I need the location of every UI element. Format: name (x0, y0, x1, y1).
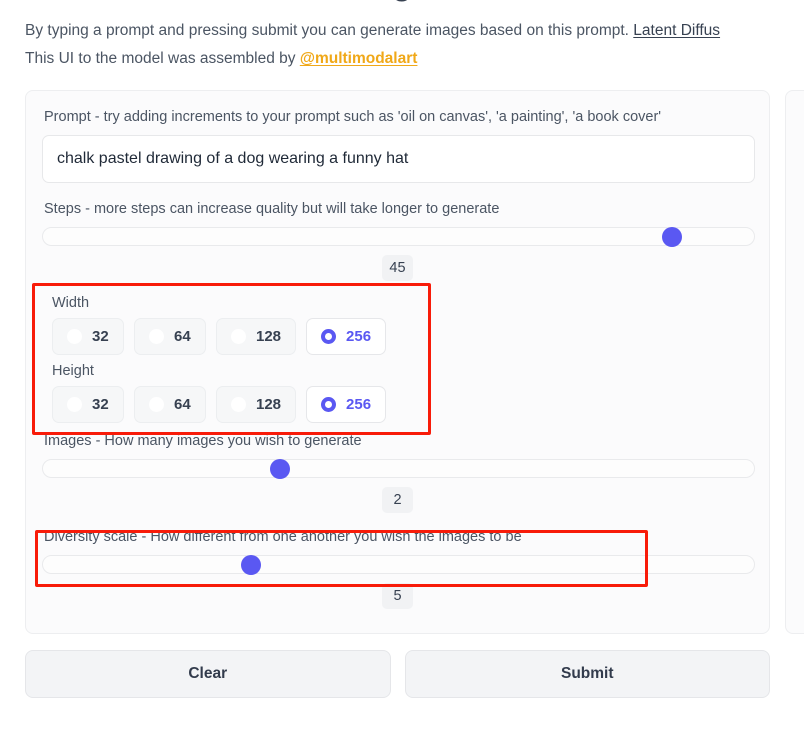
submit-button[interactable]: Submit (404, 650, 770, 698)
height-radio-row: 32 64 128 256 (52, 386, 753, 423)
radio-unchecked-icon (149, 329, 164, 344)
multimodalart-link[interactable]: @multimodalart (300, 50, 418, 67)
action-button-row: Clear Submit (25, 650, 770, 698)
images-slider[interactable] (42, 458, 755, 479)
radio-unchecked-icon (231, 329, 246, 344)
width-label: Width (52, 295, 90, 311)
page-title: g (0, 0, 804, 3)
intro-line2-text: This UI to the model was assembled by (25, 50, 300, 67)
steps-slider-block: Steps - more steps can increase quality … (42, 199, 755, 281)
height-option-label: 64 (174, 396, 191, 413)
prompt-label: Prompt - try adding increments to your p… (44, 109, 662, 125)
radio-unchecked-icon (67, 329, 82, 344)
width-group: Width 32 64 128 256 (42, 295, 753, 355)
height-option-label: 256 (346, 396, 372, 413)
width-option-128[interactable]: 128 (216, 318, 297, 355)
intro-text: By typing a prompt and pressing submit y… (25, 17, 804, 73)
diversity-value-badge: 5 (382, 583, 413, 609)
height-option-128[interactable]: 128 (216, 386, 297, 423)
latent-diffusion-link[interactable]: Latent Diffus (633, 22, 720, 39)
width-option-label: 256 (346, 328, 372, 345)
steps-slider[interactable] (42, 226, 755, 247)
steps-label: Steps - more steps can increase quality … (44, 201, 500, 217)
output-panel (785, 90, 804, 634)
width-radio-row: 32 64 128 256 (52, 318, 753, 355)
height-option-32[interactable]: 32 (52, 386, 124, 423)
prompt-input-value: chalk pastel drawing of a dog wearing a … (57, 150, 409, 167)
height-label: Height (52, 363, 94, 379)
prompt-input[interactable]: chalk pastel drawing of a dog wearing a … (42, 135, 755, 183)
diversity-label: Diversity scale - How different from one… (44, 529, 522, 545)
diversity-slider-thumb[interactable] (240, 554, 261, 575)
width-option-32[interactable]: 32 (52, 318, 124, 355)
width-option-label: 128 (256, 328, 282, 345)
radio-unchecked-icon (67, 397, 82, 412)
width-option-label: 32 (92, 328, 109, 345)
height-option-64[interactable]: 64 (134, 386, 206, 423)
height-group: Height 32 64 128 256 (42, 363, 753, 423)
width-option-256[interactable]: 256 (306, 318, 387, 355)
input-panel: Prompt - try adding increments to your p… (25, 90, 770, 634)
images-slider-thumb[interactable] (270, 458, 291, 479)
height-option-label: 32 (92, 396, 109, 413)
radio-checked-icon (321, 397, 337, 412)
diversity-slider[interactable] (42, 554, 755, 575)
radio-checked-icon (321, 329, 337, 344)
images-slider-block: Images - How many images you wish to gen… (42, 431, 755, 513)
radio-unchecked-icon (149, 397, 164, 412)
app-root: g By typing a prompt and pressing submit… (0, 0, 804, 749)
steps-slider-thumb[interactable] (662, 226, 683, 247)
width-option-64[interactable]: 64 (134, 318, 206, 355)
width-option-label: 64 (174, 328, 191, 345)
images-label: Images - How many images you wish to gen… (44, 433, 362, 449)
steps-value-badge: 45 (382, 255, 413, 281)
images-value-badge: 2 (382, 487, 413, 513)
height-option-label: 128 (256, 396, 282, 413)
intro-line1-text: By typing a prompt and pressing submit y… (25, 22, 634, 39)
diversity-slider-block: Diversity scale - How different from one… (42, 527, 755, 609)
radio-unchecked-icon (231, 397, 246, 412)
height-option-256[interactable]: 256 (306, 386, 387, 423)
intro-line2: This UI to the model was assembled by @m… (25, 45, 804, 73)
clear-button[interactable]: Clear (25, 650, 391, 698)
